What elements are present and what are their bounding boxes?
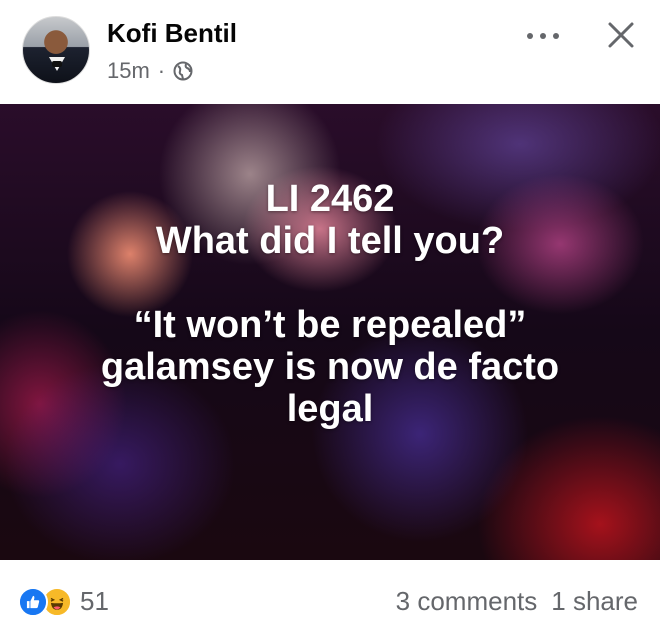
post-text-line: “It won’t be repealed”: [133, 304, 527, 346]
post-text-line: galamsey is now de facto: [100, 346, 560, 388]
post-footer: 51 3 comments 1 share: [0, 560, 660, 639]
globe-icon[interactable]: [173, 61, 193, 81]
author-name[interactable]: Kofi Bentil: [107, 18, 237, 49]
post-meta: 15m ·: [107, 58, 193, 84]
more-dot: [540, 33, 546, 39]
more-dot: [527, 33, 533, 39]
post-background-image[interactable]: LI 2462 What did I tell you? “It won’t b…: [0, 104, 660, 560]
meta-separator: ·: [157, 58, 166, 83]
comments-link[interactable]: 3 comments: [396, 586, 538, 617]
post-text-line-blank: [0, 262, 660, 304]
post-text-line: LI 2462: [265, 178, 395, 220]
post-text-line: What did I tell you?: [155, 220, 505, 262]
post-text-line: legal: [286, 388, 374, 430]
more-dot: [553, 33, 559, 39]
like-icon: [18, 586, 48, 617]
avatar-bowtie: [52, 61, 62, 67]
post-header: Kofi Bentil 15m ·: [0, 0, 660, 104]
reactions-summary[interactable]: 51: [18, 586, 109, 617]
close-icon[interactable]: [606, 20, 636, 50]
avatar[interactable]: [22, 16, 90, 84]
shares-link[interactable]: 1 share: [551, 586, 638, 617]
reaction-count: 51: [80, 586, 109, 616]
more-icon[interactable]: [527, 24, 559, 48]
engagement-stats: 3 comments 1 share: [396, 586, 638, 617]
post-text: LI 2462 What did I tell you? “It won’t b…: [0, 178, 660, 430]
post-time[interactable]: 15m: [107, 58, 150, 84]
